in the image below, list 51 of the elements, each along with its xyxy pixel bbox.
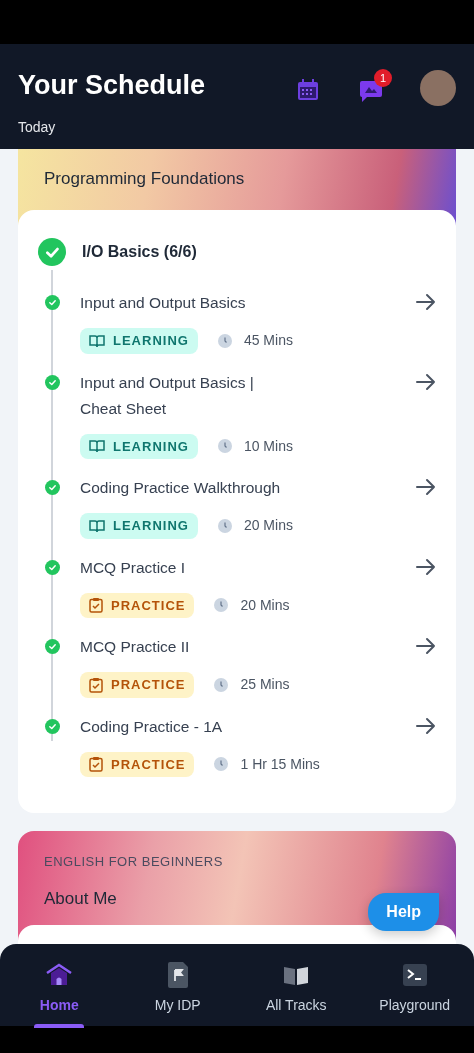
- nav-tab[interactable]: Home: [0, 960, 119, 1026]
- practice-tag: PRACTICE: [80, 751, 195, 777]
- lesson-title[interactable]: Coding Practice Walkthrough: [80, 475, 295, 501]
- clock-icon: [217, 518, 232, 533]
- arrow-icon[interactable]: [416, 557, 436, 576]
- practice-tag: PRACTICE: [80, 672, 195, 698]
- duration: 1 Hr 15 Mins: [240, 754, 320, 774]
- clock-icon: [217, 333, 232, 348]
- learning-tag: LEARNING: [80, 328, 198, 354]
- duration: 20 Mins: [243, 516, 293, 536]
- learning-tag: LEARNING: [80, 513, 198, 539]
- clock-icon: [214, 677, 229, 692]
- course-title: Programming Foundations: [44, 168, 246, 190]
- terminal-icon: [402, 961, 427, 989]
- lesson-title[interactable]: Input and Output Basics | Cheat Sheet: [80, 369, 295, 422]
- course-title: About Me: [44, 887, 118, 910]
- duration: 10 Mins: [243, 436, 293, 456]
- clock-icon: [214, 598, 229, 613]
- clock-icon: [217, 439, 232, 454]
- lesson-title[interactable]: Coding Practice - 1A: [80, 713, 295, 740]
- arrow-icon[interactable]: [416, 478, 436, 496]
- screen-title: Your Schedule: [18, 72, 206, 99]
- arrow-icon[interactable]: [416, 372, 436, 391]
- nav-tab[interactable]: Playground: [355, 960, 474, 1026]
- module-title: I/O Basics (6/6): [82, 242, 197, 262]
- nav-tab[interactable]: My IDP: [118, 960, 237, 1026]
- learning-tag: LEARNING: [80, 433, 198, 459]
- arrow-icon[interactable]: [416, 293, 436, 311]
- course-category: ENGLISH FOR BEGINNERS: [44, 853, 224, 871]
- lesson-title[interactable]: MCQ Practice II: [80, 634, 295, 660]
- practice-tag: PRACTICE: [80, 592, 195, 618]
- notification-badge: 1: [374, 69, 392, 87]
- lesson-title[interactable]: Input and Output Basics: [80, 290, 295, 316]
- book-icon: [89, 333, 105, 348]
- nav-tab[interactable]: All Tracks: [237, 960, 356, 1026]
- avatar[interactable]: [420, 70, 456, 106]
- book-icon: [89, 518, 105, 533]
- arrow-icon[interactable]: [416, 637, 436, 655]
- duration: 45 Mins: [243, 331, 293, 351]
- book-icon: [89, 439, 105, 454]
- date-subtitle: Today: [18, 118, 56, 137]
- duration: 20 Mins: [240, 595, 290, 615]
- clipboard-check-icon: [89, 756, 103, 773]
- flag-document-icon: [166, 961, 189, 989]
- duration: 25 Mins: [240, 675, 290, 695]
- lesson-title[interactable]: MCQ Practice I: [80, 554, 295, 581]
- calendar-icon[interactable]: [296, 78, 320, 102]
- clipboard-check-icon: [89, 676, 103, 693]
- clipboard-check-icon: [89, 597, 103, 614]
- arrow-icon[interactable]: [416, 716, 436, 735]
- clock-icon: [214, 757, 229, 772]
